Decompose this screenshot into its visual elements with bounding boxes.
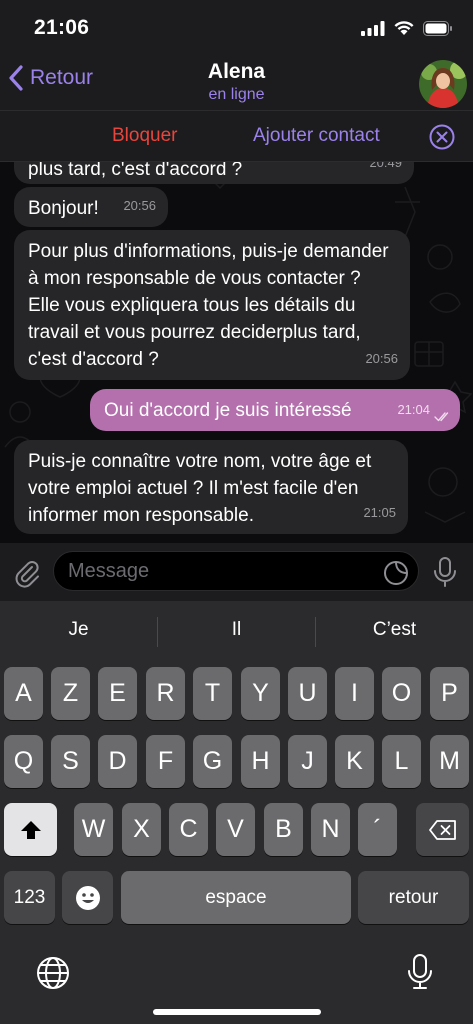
key[interactable]: ´ [358,803,397,856]
key[interactable]: C [169,803,208,856]
message-composer [0,543,473,601]
signal-icon [361,20,385,36]
message-time: 21:05 [363,505,396,520]
key[interactable]: M [430,735,469,788]
emoji-icon [75,885,100,910]
keyboard: Je Il C’est A Z E R T Y U I O P Q S D F … [0,601,473,1024]
globe-icon[interactable] [36,956,70,990]
key[interactable]: R [146,667,185,720]
home-indicator [153,1009,321,1015]
return-key[interactable]: retour [358,871,469,924]
suggestion-3[interactable]: C’est [316,619,473,641]
key[interactable]: G [193,735,232,788]
key[interactable]: I [335,667,374,720]
key[interactable]: Q [4,735,43,788]
chevron-left-icon [9,65,23,91]
key[interactable]: S [51,735,90,788]
message-bubble-incoming[interactable]: Puis-je connaître votre nom, votre âge e… [14,440,408,534]
backspace-key[interactable] [416,803,469,856]
dictation-microphone-icon[interactable] [406,953,434,991]
key[interactable]: P [430,667,469,720]
key[interactable]: N [311,803,350,856]
status-bar: 21:06 [0,0,473,54]
profile-photo-icon [419,60,467,108]
key[interactable]: T [193,667,232,720]
space-key[interactable]: espace [121,871,351,924]
message-text: Oui d'accord je suis intéressé [104,400,352,421]
message-bubble-incoming[interactable]: Bonjour! 20:56 [14,187,168,227]
double-check-icon [434,412,449,422]
back-button[interactable]: Retour [8,64,93,92]
suggestion-2[interactable]: Il [158,619,315,641]
key[interactable]: F [146,735,185,788]
message-list[interactable]: plus tard, c'est d'accord ? 20:49 Bonjou… [0,162,473,543]
avatar[interactable] [419,60,467,108]
add-contact-button[interactable]: Ajouter contact [253,125,380,147]
key[interactable]: U [288,667,327,720]
key[interactable]: Z [51,667,90,720]
message-bubble-incoming[interactable]: plus tard, c'est d'accord ? 20:49 [14,162,414,184]
shift-key[interactable] [4,803,57,856]
wifi-icon [394,21,414,35]
message-bubble-outgoing[interactable]: Oui d'accord je suis intéressé 21:04 [90,389,460,431]
battery-icon [423,20,452,36]
shift-icon [20,820,41,839]
key[interactable]: E [98,667,137,720]
message-time: 21:04 [397,402,430,417]
key[interactable]: X [122,803,161,856]
status-time: 21:06 [34,16,90,39]
sticker-icon[interactable] [383,560,409,586]
message-time: 20:56 [123,198,156,213]
key[interactable]: J [288,735,327,788]
message-text: plus tard, c'est d'accord ? [28,162,243,180]
close-icon[interactable] [429,124,455,150]
key[interactable]: Y [241,667,280,720]
message-bubble-incoming[interactable]: Pour plus d'informations, puis-je demand… [14,230,410,380]
key[interactable]: W [74,803,113,856]
emoji-key[interactable] [62,871,113,924]
key[interactable]: A [4,667,43,720]
action-bar: Bloquer Ajouter contact [0,110,473,162]
paperclip-icon[interactable] [12,558,42,588]
key[interactable]: H [241,735,280,788]
back-label: Retour [30,66,94,89]
status-icons [361,20,453,36]
key[interactable]: B [264,803,303,856]
key[interactable]: D [98,735,137,788]
key[interactable]: K [335,735,374,788]
numbers-key[interactable]: 123 [4,871,55,924]
suggestion-1[interactable]: Je [0,619,157,641]
message-text: Pour plus d'informations, puis-je demand… [28,241,394,370]
backspace-icon [428,819,456,840]
block-button[interactable]: Bloquer [112,125,178,147]
microphone-icon[interactable] [432,556,458,588]
message-text: Puis-je connaître votre nom, votre âge e… [28,451,377,526]
key[interactable]: L [382,735,421,788]
chat-header: Retour Alena en ligne [0,54,473,110]
message-time: 20:49 [369,162,402,170]
message-input[interactable] [53,551,419,591]
key[interactable]: V [216,803,255,856]
key[interactable]: O [382,667,421,720]
message-time: 20:56 [365,351,398,366]
